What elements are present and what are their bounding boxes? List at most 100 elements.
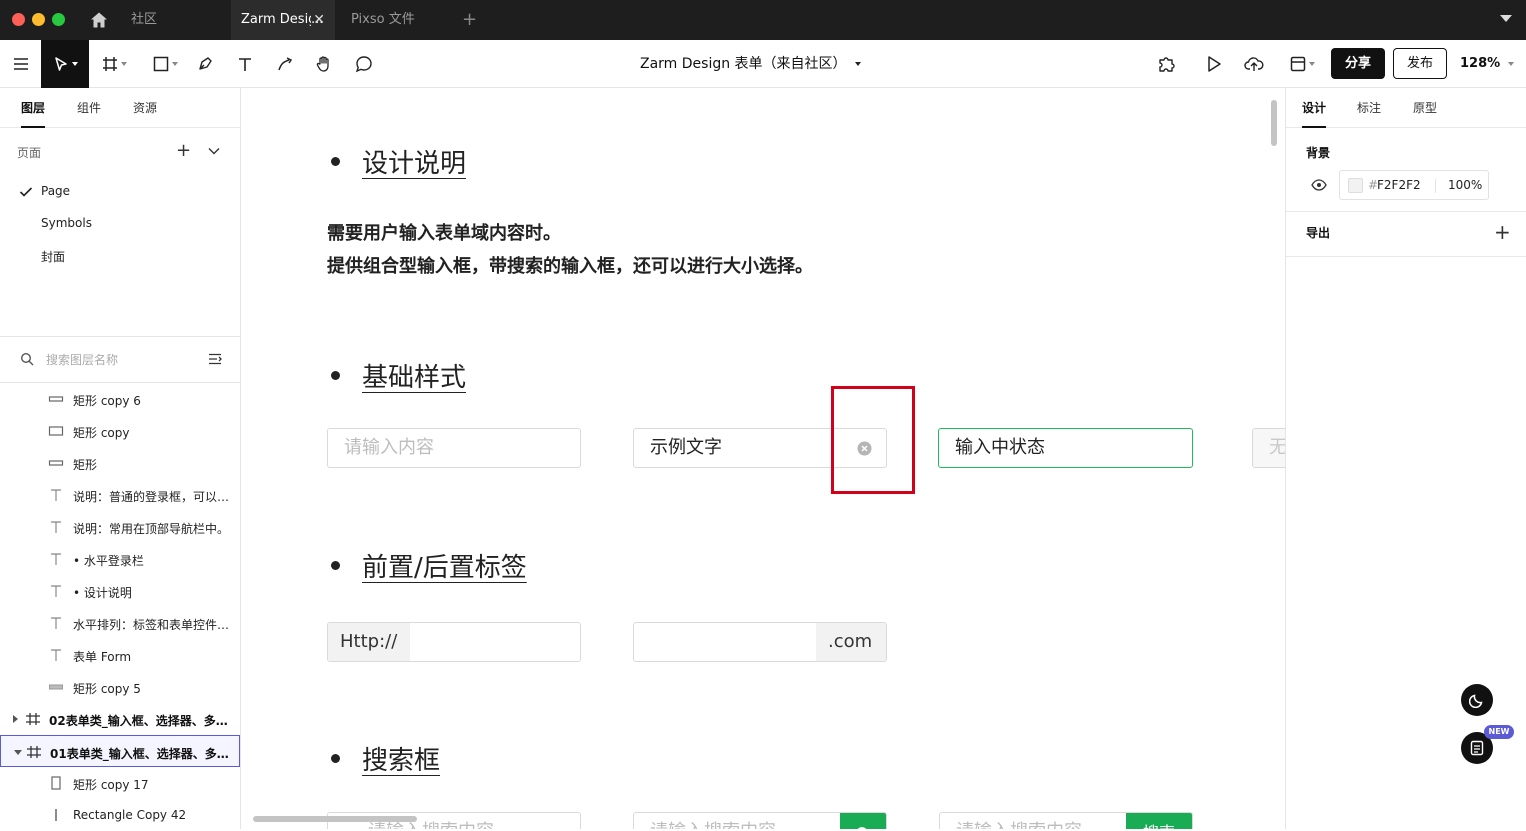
share-button[interactable]: 分享 [1331,48,1385,79]
search-input-with-icon-button[interactable]: 请输入搜索内容 [633,812,887,829]
page-item-cover[interactable]: 封面 [0,242,240,270]
shape-tool-button[interactable] [145,40,185,88]
chevron-down-icon [1308,62,1315,66]
eye-icon[interactable] [1311,179,1327,191]
close-icon[interactable]: ✕ [313,0,325,40]
cursor-icon [54,57,67,71]
divider [1286,256,1526,257]
color-swatch[interactable] [1348,178,1363,193]
tab-design[interactable]: 设计 [1302,88,1327,128]
dark-mode-button[interactable] [1461,684,1493,716]
tab-assets[interactable]: 资源 [133,88,157,128]
search-button[interactable]: 搜索 [1126,813,1192,829]
layer-row[interactable]: 说明：普通的登录框，可以有图标。 [0,479,240,511]
text-tool-button[interactable] [232,40,258,88]
hand-tool-button[interactable] [311,40,337,88]
layer-name: 水平排列：标签和表单控件在同一行 [73,618,233,632]
tabs-menu-chevron-icon[interactable] [1500,15,1512,22]
prefix-addon: Http:// [328,623,410,661]
layer-row[interactable]: • 设计说明 [0,575,240,607]
layer-row[interactable]: 矩形 copy [0,415,240,447]
layer-search-input[interactable] [46,348,196,372]
expand-arrow-icon[interactable] [13,715,18,723]
present-button[interactable] [1201,40,1227,88]
layer-row[interactable]: 矩形 [0,447,240,479]
layer-row[interactable]: 表单 Form [0,639,240,671]
comment-tool-button[interactable] [351,40,377,88]
layer-row[interactable]: 说明：常用在顶部导航栏中。 [0,511,240,543]
vector-tool-button[interactable] [272,40,298,88]
collapse-arrow-icon[interactable] [14,750,22,755]
chevron-down-icon [120,62,127,66]
zoom-menu[interactable]: 128% [1460,40,1515,88]
search-input-with-text-button[interactable]: 请输入搜索内容 搜索 [939,812,1193,829]
background-label: 背景 [1306,146,1331,160]
tab-components[interactable]: 组件 [77,88,101,128]
tab-layers[interactable]: 图层 [21,88,46,128]
layer-row[interactable]: • 水平登录栏 [0,543,240,575]
tab-pixso-file[interactable]: Pixso 文件 [341,0,451,40]
tab-annotate[interactable]: 标注 [1357,88,1381,128]
input-with-suffix[interactable]: .com [633,622,887,662]
background-color-field[interactable]: # F2F2F2 100% [1339,170,1489,200]
filter-icon[interactable] [208,353,222,365]
window-close-button[interactable] [12,13,25,26]
add-page-icon[interactable]: + [176,140,191,161]
tab-label: Zarm Design 表单（来自社区） [241,12,311,27]
layer-name: 说明：普通的登录框，可以有图标。 [73,490,233,504]
horizontal-scrollbar[interactable] [253,816,417,822]
window-maximize-button[interactable] [52,13,65,26]
frame-tool-button[interactable] [98,40,130,88]
vertical-scrollbar[interactable] [1271,100,1277,146]
section-title-design: 设计说明 [327,143,466,180]
input-focused-sample[interactable]: 输入中状态 [938,428,1193,468]
text-icon [239,58,251,71]
layer-name: 矩形 copy 17 [73,778,149,792]
move-tool-button[interactable] [41,40,89,88]
add-tab-button[interactable]: + [462,9,477,30]
layer-name: • 设计说明 [73,586,132,600]
page-item-symbols[interactable]: Symbols [0,210,240,238]
document-title[interactable]: Zarm Design 表单（来自社区） [640,40,861,88]
hex-value[interactable]: F2F2F2 [1377,178,1421,192]
publish-button[interactable]: 发布 [1393,48,1447,79]
layer-row-frame[interactable]: 02表单类_输入框、选择器、多选框 [0,703,240,735]
pages-label: 页面 [17,146,42,160]
layout-icon [1290,56,1305,72]
input-disabled-sample[interactable]: 无 [1252,428,1285,468]
layer-row[interactable]: 矩形 copy 6 [0,383,240,415]
left-panel: 图层 组件 资源 页面 + Page Symbols 封面 矩形 copy 6 … [0,88,241,829]
tab-prototype[interactable]: 原型 [1413,88,1437,128]
add-export-icon[interactable]: + [1494,220,1511,244]
new-badge: NEW [1484,725,1514,739]
input-placeholder-sample[interactable]: 请输入内容 [327,428,581,468]
design-canvas[interactable]: 设计说明 需要用户输入表单域内容时。 提供组合型输入框，带搜索的输入框，还可以进… [241,88,1285,829]
tab-community[interactable]: 社区 [121,0,221,40]
text-layer-icon [51,521,61,533]
layer-row[interactable]: 矩形 copy 17 [0,767,240,799]
left-panel-tabs: 图层 组件 资源 [0,88,241,128]
check-icon [19,187,33,197]
layer-row[interactable]: 矩形 copy 5 [0,671,240,703]
layer-row-frame-selected[interactable]: 01表单类_输入框、选择器、多选框 [0,735,240,767]
puzzle-icon [1159,57,1175,72]
pencil-curve-icon [278,57,293,71]
pen-tool-button[interactable] [192,40,218,88]
title-bar: 社区 Zarm Design 表单（来自社区）... ✕ Pixso 文件 + [0,0,1526,40]
search-icon-button[interactable] [840,813,886,829]
chevron-down-icon[interactable] [207,144,221,158]
window-minimize-button[interactable] [32,13,45,26]
upload-button[interactable] [1241,40,1267,88]
opacity-value[interactable]: 100% [1448,178,1482,192]
input-with-prefix[interactable]: Http:// [327,622,581,662]
layer-row[interactable]: 水平排列：标签和表单控件在同一行 [0,607,240,639]
divider [0,336,240,337]
page-item-page[interactable]: Page [0,178,240,206]
tab-zarm-design[interactable]: Zarm Design 表单（来自社区）... ✕ [231,0,335,40]
plugins-button[interactable] [1154,40,1180,88]
home-icon[interactable] [90,11,108,29]
frame-layer-icon [27,746,41,758]
layer-row[interactable]: Rectangle Copy 42 [0,799,240,831]
main-menu-button[interactable] [0,40,41,88]
layout-button[interactable] [1284,40,1320,88]
